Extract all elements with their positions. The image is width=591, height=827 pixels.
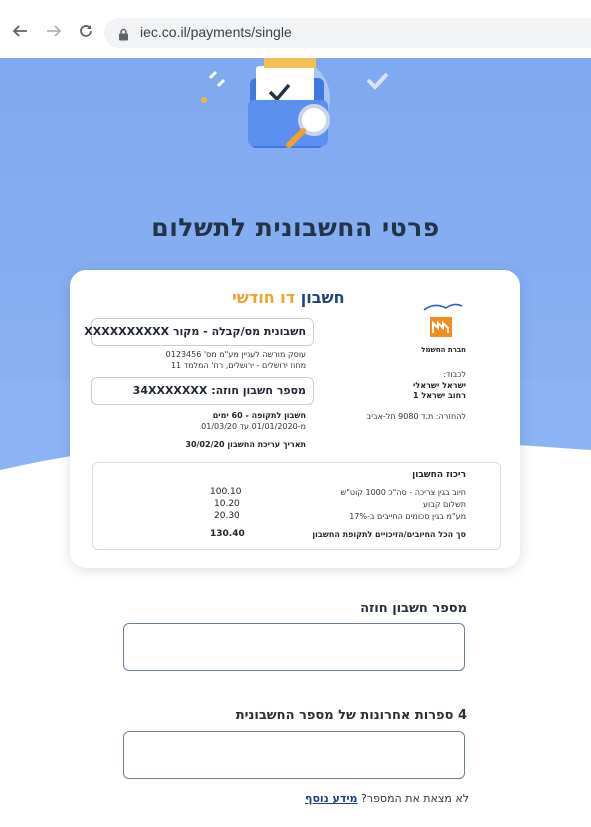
bill-heading-word: חשבון [300,288,345,307]
address-line: מחוז ירושלים - ירושלים, רח' המלמד 11 [170,361,306,370]
summary-total-value: 130.40 [210,529,245,539]
summary-row-value: 100.10 [210,487,242,497]
browser-toolbar: iec.co.il/payments/single [0,0,591,58]
summary-row-label: תשלום קבוע [423,500,466,509]
summary-row-label: מע"מ בגין סכומים החייבים ב-17% [349,512,466,521]
period-label: חשבון לתקופה - 60 ימים [212,411,306,420]
bill-heading: חשבון דו חודשי [232,288,345,307]
invoice-digits-label: 4 ספרות אחרונות של מספר החשבונית [235,708,467,723]
to-label: לכבוד: [443,370,466,379]
summary-row-value: 10.20 [214,499,240,509]
contract-number-input[interactable] [123,623,465,671]
page-title: פרטי החשבונית לתשלום [151,213,440,242]
help-text: לא מצאת את המספר? [361,792,469,805]
bill-heading-type: דו חודשי [232,288,296,307]
more-info-link[interactable]: מידע נוסף [305,792,357,805]
invoice-digits-input[interactable] [123,731,465,779]
lock-icon[interactable] [118,26,129,45]
summary-total-label: סך הכל החיובים/הזיכויים לתקופת החשבון [312,530,466,539]
summary-row-value: 20.30 [214,511,240,521]
dealer-line: עוסק מורשה לעניין מע"מ מס' 0123456 [165,350,306,359]
summary-row-label: חיוב בגין צריכה - סה"כ 1000 קוט"ש [340,488,466,497]
summary-title: ריכוז החשבון [412,470,466,480]
account-number-text: מספר חשבון חוזה: 34XXXXXXX [132,384,306,397]
logo-caption: חברת החשמל [421,346,466,354]
url-text[interactable]: iec.co.il/payments/single [140,24,292,40]
period-range: מ-01/01/2020 עד 01/03/20 [201,422,306,431]
arrow-left-icon[interactable] [10,21,30,41]
return-address: להחזרה: ת.ד 9080 תל-אביב [366,412,466,421]
to-street: רחוב ישראל 1 [413,391,466,400]
invoice-number-text: חשבונית מס/קבלה - מקור XXXXXXXXXX [84,325,306,338]
contract-number-label: מספר חשבון חוזה [360,601,467,616]
to-name: ישראל ישראלי [413,381,466,390]
issue-date: תאריך עריכת החשבון 30/02/20 [185,440,306,449]
arrow-right-icon[interactable] [44,21,64,41]
help-line: לא מצאת את המספר? מידע נוסף [305,792,469,805]
reload-icon[interactable] [76,21,96,41]
folder-magnifier-icon [201,58,389,148]
